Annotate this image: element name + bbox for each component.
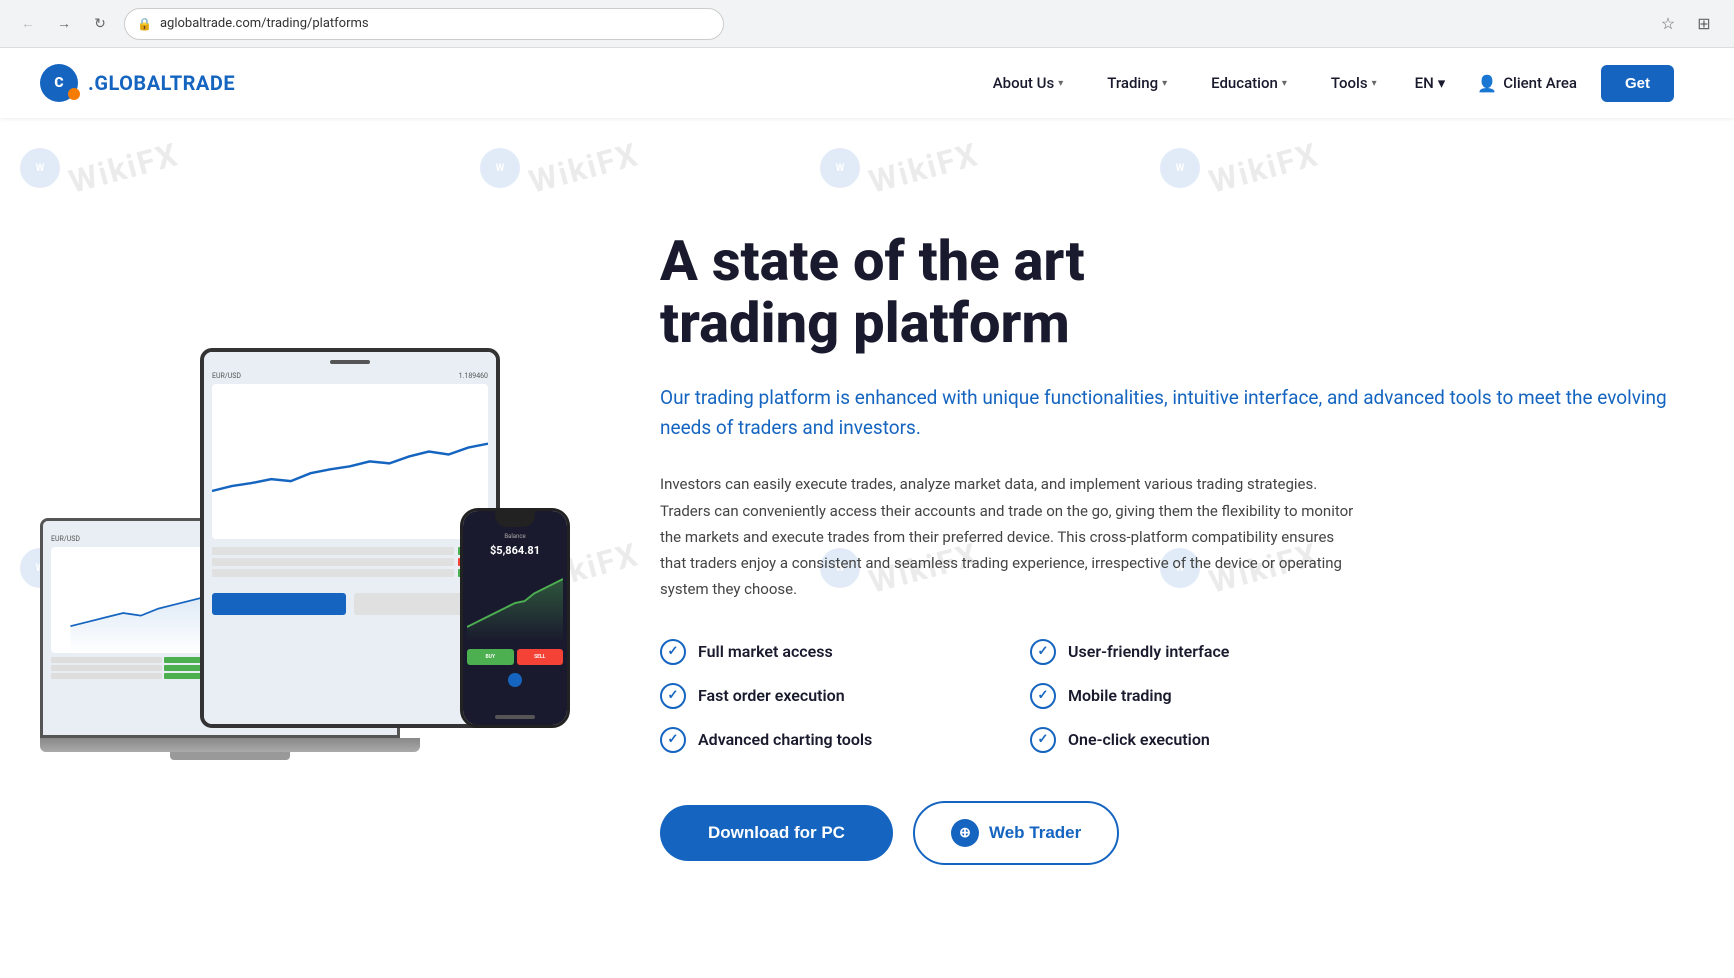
web-trader-button[interactable]: ⊕ Web Trader (913, 801, 1119, 865)
phone-trade-buttons: BUY SELL (467, 649, 563, 665)
hero-title: A state of the art trading platform (660, 231, 1674, 354)
features-grid: ✓ Full market access ✓ User-friendly int… (660, 639, 1340, 753)
feature-one-click-execution: ✓ One-click execution (1030, 727, 1340, 753)
nav-language[interactable]: EN ▾ (1399, 66, 1462, 100)
check-icon-user-friendly-interface: ✓ (1030, 639, 1056, 665)
nav-item-education[interactable]: Education ▾ (1189, 66, 1309, 100)
feature-full-market-access: ✓ Full market access (660, 639, 970, 665)
phone-screen: Balance $5,864.81 (460, 508, 570, 728)
back-button[interactable]: ← (16, 12, 40, 36)
nav-client-area[interactable]: 👤 Client Area (1461, 66, 1593, 101)
feature-label-user-friendly-interface: User-friendly interface (1068, 642, 1229, 661)
nav-item-tools[interactable]: Tools ▾ (1309, 66, 1399, 100)
laptop-base (40, 738, 420, 752)
chevron-down-icon: ▾ (1372, 78, 1377, 89)
page-wrapper: W WikiFX W WikiFX W WikiFX W WikiFX W Wi… (0, 48, 1734, 978)
browser-actions: ☆ ⊞ (1654, 10, 1718, 38)
lock-icon: 🔒 (137, 17, 152, 31)
check-icon-full-market-access: ✓ (660, 639, 686, 665)
tablet-screen-header: EUR/USD 1.189460 (212, 372, 488, 380)
check-icon-advanced-charting-tools: ✓ (660, 727, 686, 753)
phone-screen-content: Balance $5,864.81 (463, 511, 567, 725)
chevron-down-icon: ▾ (1282, 78, 1287, 89)
logo-icon: C (40, 64, 78, 102)
hero-subtitle: Our trading platform is enhanced with un… (660, 383, 1674, 444)
logo-text: .GLOBALTRADE (88, 71, 235, 95)
feature-mobile-trading: ✓ Mobile trading (1030, 683, 1340, 709)
chevron-down-icon: ▾ (1162, 78, 1167, 89)
chevron-down-icon: ▾ (1438, 74, 1446, 92)
phone-balance-value: $5,864.81 (467, 544, 563, 557)
feature-fast-order-execution: ✓ Fast order execution (660, 683, 970, 709)
tablet-chart (212, 384, 488, 539)
feature-label-one-click-execution: One-click execution (1068, 730, 1210, 749)
get-started-button[interactable]: Get (1601, 65, 1674, 102)
phone-notch (495, 511, 535, 527)
device-phone: Balance $5,864.81 (460, 508, 570, 728)
feature-advanced-charting-tools: ✓ Advanced charting tools (660, 727, 970, 753)
check-icon-fast-order-execution: ✓ (660, 683, 686, 709)
tablet-buttons (212, 593, 488, 615)
nav-item-trading[interactable]: Trading ▾ (1085, 66, 1189, 100)
url-text: aglobaltrade.com/trading/platforms (160, 16, 711, 31)
feature-label-fast-order-execution: Fast order execution (698, 686, 845, 705)
extensions-icon[interactable]: ⊞ (1690, 10, 1718, 38)
navbar: C .GLOBALTRADE About Us ▾ Trading ▾ Educ… (0, 48, 1734, 118)
web-trader-icon: ⊕ (951, 819, 979, 847)
bookmark-icon[interactable]: ☆ (1654, 10, 1682, 38)
tablet-chart-svg (212, 384, 488, 539)
forward-button[interactable]: → (52, 12, 76, 36)
devices-section: EUR/USD 1.189460 (40, 288, 620, 808)
phone-chart-svg (467, 563, 563, 643)
device-tablet: EUR/USD 1.189460 (200, 348, 500, 728)
nav-links: About Us ▾ Trading ▾ Education ▾ Tools ▾… (971, 65, 1674, 102)
tablet-side-panel (212, 547, 488, 577)
person-icon: 👤 (1477, 74, 1497, 93)
right-content: A state of the art trading platform Our … (620, 231, 1674, 864)
check-icon-one-click-execution: ✓ (1030, 727, 1056, 753)
feature-user-friendly-interface: ✓ User-friendly interface (1030, 639, 1340, 665)
tablet-screen-content: EUR/USD 1.189460 (204, 352, 496, 724)
refresh-button[interactable]: ↻ (88, 12, 112, 36)
tablet-screen: EUR/USD 1.189460 (200, 348, 500, 728)
phone-chart (467, 563, 563, 643)
phone-home-dot (508, 673, 522, 687)
laptop-stand (170, 752, 290, 760)
download-for-pc-button[interactable]: Download for PC (660, 805, 893, 861)
phone-balance-label: Balance (467, 533, 563, 540)
phone-home-indicator (495, 715, 535, 719)
cta-buttons: Download for PC ⊕ Web Trader (660, 801, 1674, 865)
hero-description: Investors can easily execute trades, ana… (660, 471, 1360, 602)
feature-label-full-market-access: Full market access (698, 642, 833, 661)
devices-illustration: EUR/USD 1.189460 (40, 288, 600, 808)
nav-item-about-us[interactable]: About Us ▾ (971, 66, 1086, 100)
chevron-down-icon: ▾ (1058, 78, 1063, 89)
logo[interactable]: C .GLOBALTRADE (40, 64, 235, 102)
address-bar[interactable]: 🔒 aglobaltrade.com/trading/platforms (124, 8, 724, 40)
main-content: EUR/USD 1.189460 (0, 118, 1734, 978)
feature-label-advanced-charting-tools: Advanced charting tools (698, 730, 872, 749)
feature-label-mobile-trading: Mobile trading (1068, 686, 1172, 705)
browser-chrome: ← → ↻ 🔒 aglobaltrade.com/trading/platfor… (0, 0, 1734, 48)
check-icon-mobile-trading: ✓ (1030, 683, 1056, 709)
